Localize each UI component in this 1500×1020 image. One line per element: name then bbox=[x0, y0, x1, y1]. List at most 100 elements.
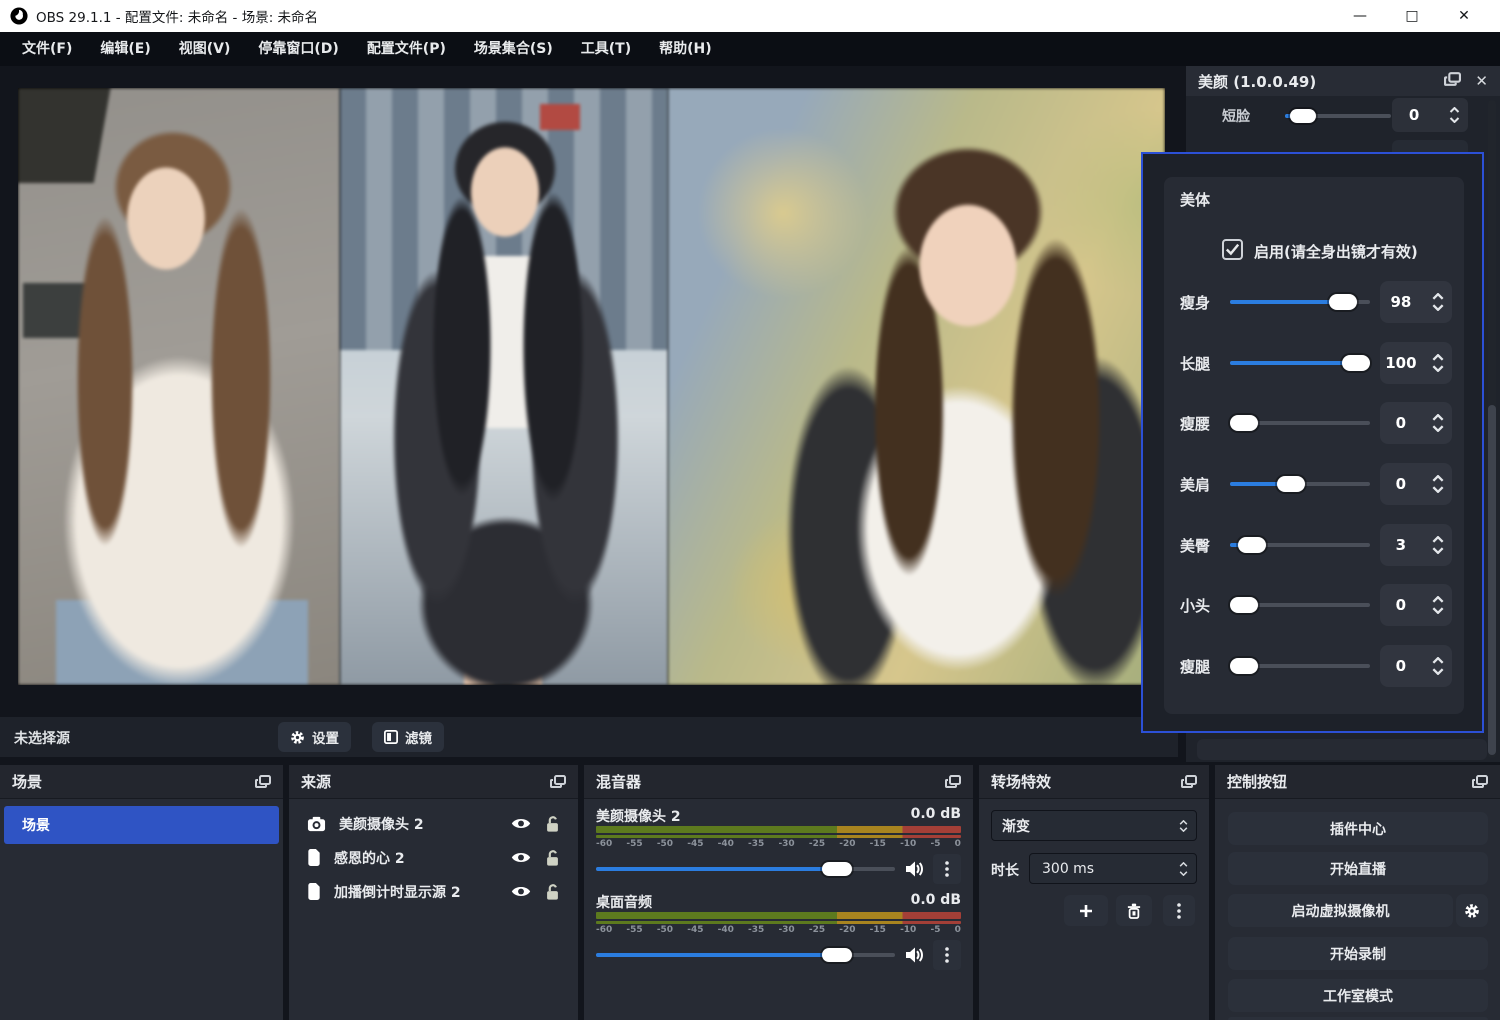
menu-help[interactable]: 帮助(H) bbox=[645, 32, 726, 66]
lock-open-icon[interactable] bbox=[545, 849, 560, 867]
enable-checkbox-label[interactable]: 启用(请全身出镜才有效) bbox=[1254, 241, 1418, 262]
maximize-button[interactable]: □ bbox=[1386, 0, 1438, 32]
visibility-eye-icon[interactable] bbox=[510, 816, 532, 831]
start-virtual-camera-button[interactable]: 启动虚拟摄像机 bbox=[1228, 894, 1453, 927]
long-legs-slider[interactable] bbox=[1230, 355, 1370, 371]
source-settings-button[interactable]: 设置 bbox=[278, 722, 351, 752]
start-recording-button[interactable]: 开始录制 bbox=[1228, 937, 1488, 970]
popout-icon[interactable] bbox=[1444, 72, 1461, 91]
slider-handle[interactable] bbox=[1329, 294, 1357, 310]
scrollbar[interactable] bbox=[1488, 100, 1496, 758]
tick-label: -15 bbox=[870, 925, 886, 935]
popout-icon[interactable] bbox=[945, 775, 961, 789]
studio-mode-button[interactable]: 工作室模式 bbox=[1228, 979, 1488, 1012]
value-spinbox[interactable]: 3 bbox=[1380, 524, 1452, 566]
slim-waist-slider[interactable] bbox=[1230, 415, 1370, 431]
slider-handle[interactable] bbox=[822, 862, 852, 876]
enable-checkbox[interactable] bbox=[1222, 239, 1243, 260]
source-row-countdown[interactable]: 加播倒计时显示源 2 bbox=[289, 875, 578, 908]
slider-value[interactable]: 0 bbox=[1380, 645, 1422, 687]
duration-spinbox[interactable]: 300 ms bbox=[1029, 853, 1197, 884]
small-head-slider[interactable] bbox=[1230, 597, 1370, 613]
popout-icon[interactable] bbox=[1181, 775, 1197, 789]
speaker-icon[interactable] bbox=[904, 947, 924, 963]
scrollbar-thumb[interactable] bbox=[1488, 405, 1496, 755]
start-streaming-button[interactable]: 开始直播 bbox=[1228, 852, 1488, 885]
source-row-camera[interactable]: 美颜摄像头 2 bbox=[289, 807, 578, 840]
menu-file[interactable]: 文件(F) bbox=[8, 32, 86, 66]
hips-slider[interactable] bbox=[1230, 537, 1370, 553]
visibility-eye-icon[interactable] bbox=[510, 884, 532, 899]
spin-chevrons-icon[interactable] bbox=[1449, 98, 1460, 132]
visibility-eye-icon[interactable] bbox=[510, 850, 532, 865]
slider-value[interactable]: 0 bbox=[1380, 402, 1422, 444]
spin-chevrons-icon[interactable] bbox=[1432, 342, 1444, 384]
controls-dock-header: 控制按钮 bbox=[1215, 765, 1500, 799]
popout-icon[interactable] bbox=[255, 775, 271, 789]
volume-slider[interactable] bbox=[596, 862, 895, 876]
value-spinbox[interactable]: 98 bbox=[1380, 281, 1452, 323]
value-spinbox[interactable]: 0 bbox=[1380, 584, 1452, 626]
close-icon[interactable]: ✕ bbox=[1475, 72, 1488, 90]
spin-chevrons-icon[interactable] bbox=[1432, 402, 1444, 444]
face-slider[interactable] bbox=[1285, 108, 1391, 124]
speaker-icon[interactable] bbox=[904, 861, 924, 877]
spin-chevrons-icon[interactable] bbox=[1432, 281, 1444, 323]
value-spinbox[interactable]: 0 bbox=[1380, 402, 1452, 444]
spin-chevrons-icon[interactable] bbox=[1432, 584, 1444, 626]
preview-canvas[interactable] bbox=[18, 88, 1165, 685]
slider-handle[interactable] bbox=[1230, 658, 1258, 674]
slider-value[interactable]: 3 bbox=[1380, 524, 1422, 566]
face-slider-value[interactable]: 0 bbox=[1392, 98, 1436, 132]
channel-level: 0.0 dB bbox=[911, 806, 961, 822]
scene-item-selected[interactable]: 场景 bbox=[4, 806, 279, 844]
slider-handle[interactable] bbox=[1230, 597, 1258, 613]
menu-tools[interactable]: 工具(T) bbox=[567, 32, 645, 66]
menu-scene-collection[interactable]: 场景集合(S) bbox=[460, 32, 567, 66]
value-spinbox[interactable]: 100 bbox=[1380, 342, 1452, 384]
value-spinbox[interactable]: 0 bbox=[1380, 645, 1452, 687]
transition-select[interactable]: 渐变 bbox=[991, 810, 1197, 841]
slim-legs-slider[interactable] bbox=[1230, 658, 1370, 674]
lock-open-icon[interactable] bbox=[545, 883, 560, 901]
menu-view[interactable]: 视图(V) bbox=[165, 32, 245, 66]
spin-chevrons-icon[interactable] bbox=[1432, 524, 1444, 566]
tick-label: -20 bbox=[839, 925, 855, 935]
menu-profile[interactable]: 配置文件(P) bbox=[353, 32, 460, 66]
volume-slider[interactable] bbox=[596, 948, 895, 962]
value-spinbox[interactable]: 0 bbox=[1380, 463, 1452, 505]
virtual-camera-settings-button[interactable] bbox=[1456, 894, 1488, 927]
add-transition-button[interactable] bbox=[1064, 895, 1108, 926]
remove-transition-button[interactable] bbox=[1116, 895, 1152, 926]
slider-handle[interactable] bbox=[1290, 109, 1316, 123]
slim-body-slider[interactable] bbox=[1230, 294, 1370, 310]
popout-icon[interactable] bbox=[1472, 775, 1488, 789]
spin-chevrons-icon[interactable] bbox=[1432, 463, 1444, 505]
slider-handle[interactable] bbox=[1238, 537, 1266, 553]
slider-handle[interactable] bbox=[822, 948, 852, 962]
close-button[interactable]: ✕ bbox=[1438, 0, 1490, 32]
slider-value[interactable]: 100 bbox=[1380, 342, 1422, 384]
source-filters-button[interactable]: 滤镜 bbox=[372, 722, 444, 752]
transition-menu-button[interactable] bbox=[1163, 895, 1195, 926]
channel-menu-button[interactable] bbox=[933, 854, 961, 884]
face-value-spinbox[interactable]: 0 bbox=[1392, 98, 1468, 132]
spin-chevrons-icon[interactable] bbox=[1432, 645, 1444, 687]
lock-open-icon[interactable] bbox=[545, 815, 560, 833]
slider-value[interactable]: 98 bbox=[1380, 281, 1422, 323]
source-row-media[interactable]: 感恩的心 2 bbox=[289, 841, 578, 874]
minimize-button[interactable]: — bbox=[1334, 0, 1386, 32]
shoulders-slider[interactable] bbox=[1230, 476, 1370, 492]
slider-handle[interactable] bbox=[1342, 355, 1370, 371]
channel-menu-button[interactable] bbox=[933, 940, 961, 970]
duration-value[interactable]: 300 ms bbox=[1042, 861, 1094, 877]
plugin-center-button[interactable]: 插件中心 bbox=[1228, 812, 1488, 845]
menu-edit[interactable]: 编辑(E) bbox=[86, 32, 164, 66]
spin-chevrons-icon[interactable] bbox=[1170, 854, 1196, 883]
popout-icon[interactable] bbox=[550, 775, 566, 789]
slider-handle[interactable] bbox=[1277, 476, 1305, 492]
slider-handle[interactable] bbox=[1230, 415, 1258, 431]
menu-docks[interactable]: 停靠窗口(D) bbox=[244, 32, 352, 66]
slider-value[interactable]: 0 bbox=[1380, 463, 1422, 505]
slider-value[interactable]: 0 bbox=[1380, 584, 1422, 626]
